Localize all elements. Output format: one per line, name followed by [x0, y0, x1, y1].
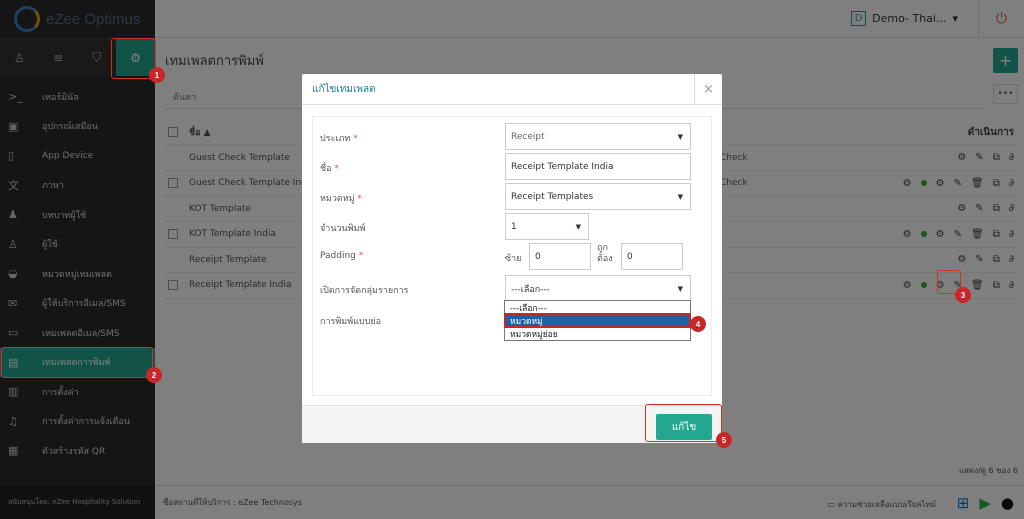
- highlight-save: [645, 404, 722, 442]
- copies-value: 1: [511, 221, 517, 232]
- padding-right-input[interactable]: 0: [621, 243, 683, 270]
- dropdown-option[interactable]: ---เลือก---: [505, 301, 690, 314]
- highlight-print-template: [1, 347, 153, 378]
- chevron-down-icon: ▼: [677, 132, 683, 141]
- callout-badge: 3: [955, 287, 971, 303]
- padding-right-label: ถูกต้อง: [597, 243, 613, 264]
- dropdown-option[interactable]: หมวดหมู่: [504, 313, 691, 328]
- close-icon[interactable]: ×: [694, 74, 722, 105]
- category-label: หมวดหมู่ *: [320, 194, 363, 204]
- callout-badge: 5: [716, 432, 732, 448]
- chevron-down-icon: ▼: [677, 192, 683, 201]
- type-select[interactable]: Receipt ▼: [505, 123, 691, 150]
- grouping-dropdown-list: ---เลือก--- หมวดหมู่ หมวดหมู่ย่อย: [504, 300, 691, 341]
- padding-left-label: ซ้าย: [505, 254, 522, 264]
- grouping-label: เปิดการจัดกลุ่มรายการ: [320, 286, 409, 296]
- grouping-value: ---เลือก---: [511, 284, 550, 295]
- padding-label: Padding *: [320, 251, 364, 261]
- grouping-select[interactable]: ---เลือก--- ▼: [505, 275, 691, 302]
- category-value: Receipt Templates: [511, 191, 594, 202]
- callout-badge: 1: [149, 67, 165, 83]
- callout-badge: 2: [146, 367, 162, 383]
- type-value: Receipt: [511, 131, 545, 142]
- callout-badge: 4: [690, 316, 706, 332]
- category-select[interactable]: Receipt Templates ▼: [505, 183, 691, 210]
- dropdown-option[interactable]: หมวดหมู่ย่อย: [505, 327, 690, 340]
- edit-template-dialog: แก้ไขเทมเพลต × ประเภท * Receipt ▼ ชื่อ *…: [302, 74, 722, 443]
- dialog-body: ประเภท * Receipt ▼ ชื่อ * Receipt Templa…: [312, 116, 712, 396]
- type-label: ประเภท *: [320, 134, 358, 144]
- compact-print-label: การพิมพ์แบบย่อ: [320, 317, 382, 327]
- dialog-title: แก้ไขเทมเพลต: [312, 83, 376, 95]
- dialog-header: แก้ไขเทมเพลต: [302, 74, 722, 105]
- copies-label: จำนวนพิมพ์: [320, 224, 366, 234]
- chevron-down-icon: ▼: [677, 284, 683, 293]
- chevron-down-icon: ▼: [575, 222, 581, 231]
- name-input[interactable]: Receipt Template India: [505, 153, 691, 180]
- name-label: ชื่อ *: [320, 164, 339, 174]
- padding-left-input[interactable]: 0: [529, 243, 591, 270]
- copies-select[interactable]: 1 ▼: [505, 213, 589, 240]
